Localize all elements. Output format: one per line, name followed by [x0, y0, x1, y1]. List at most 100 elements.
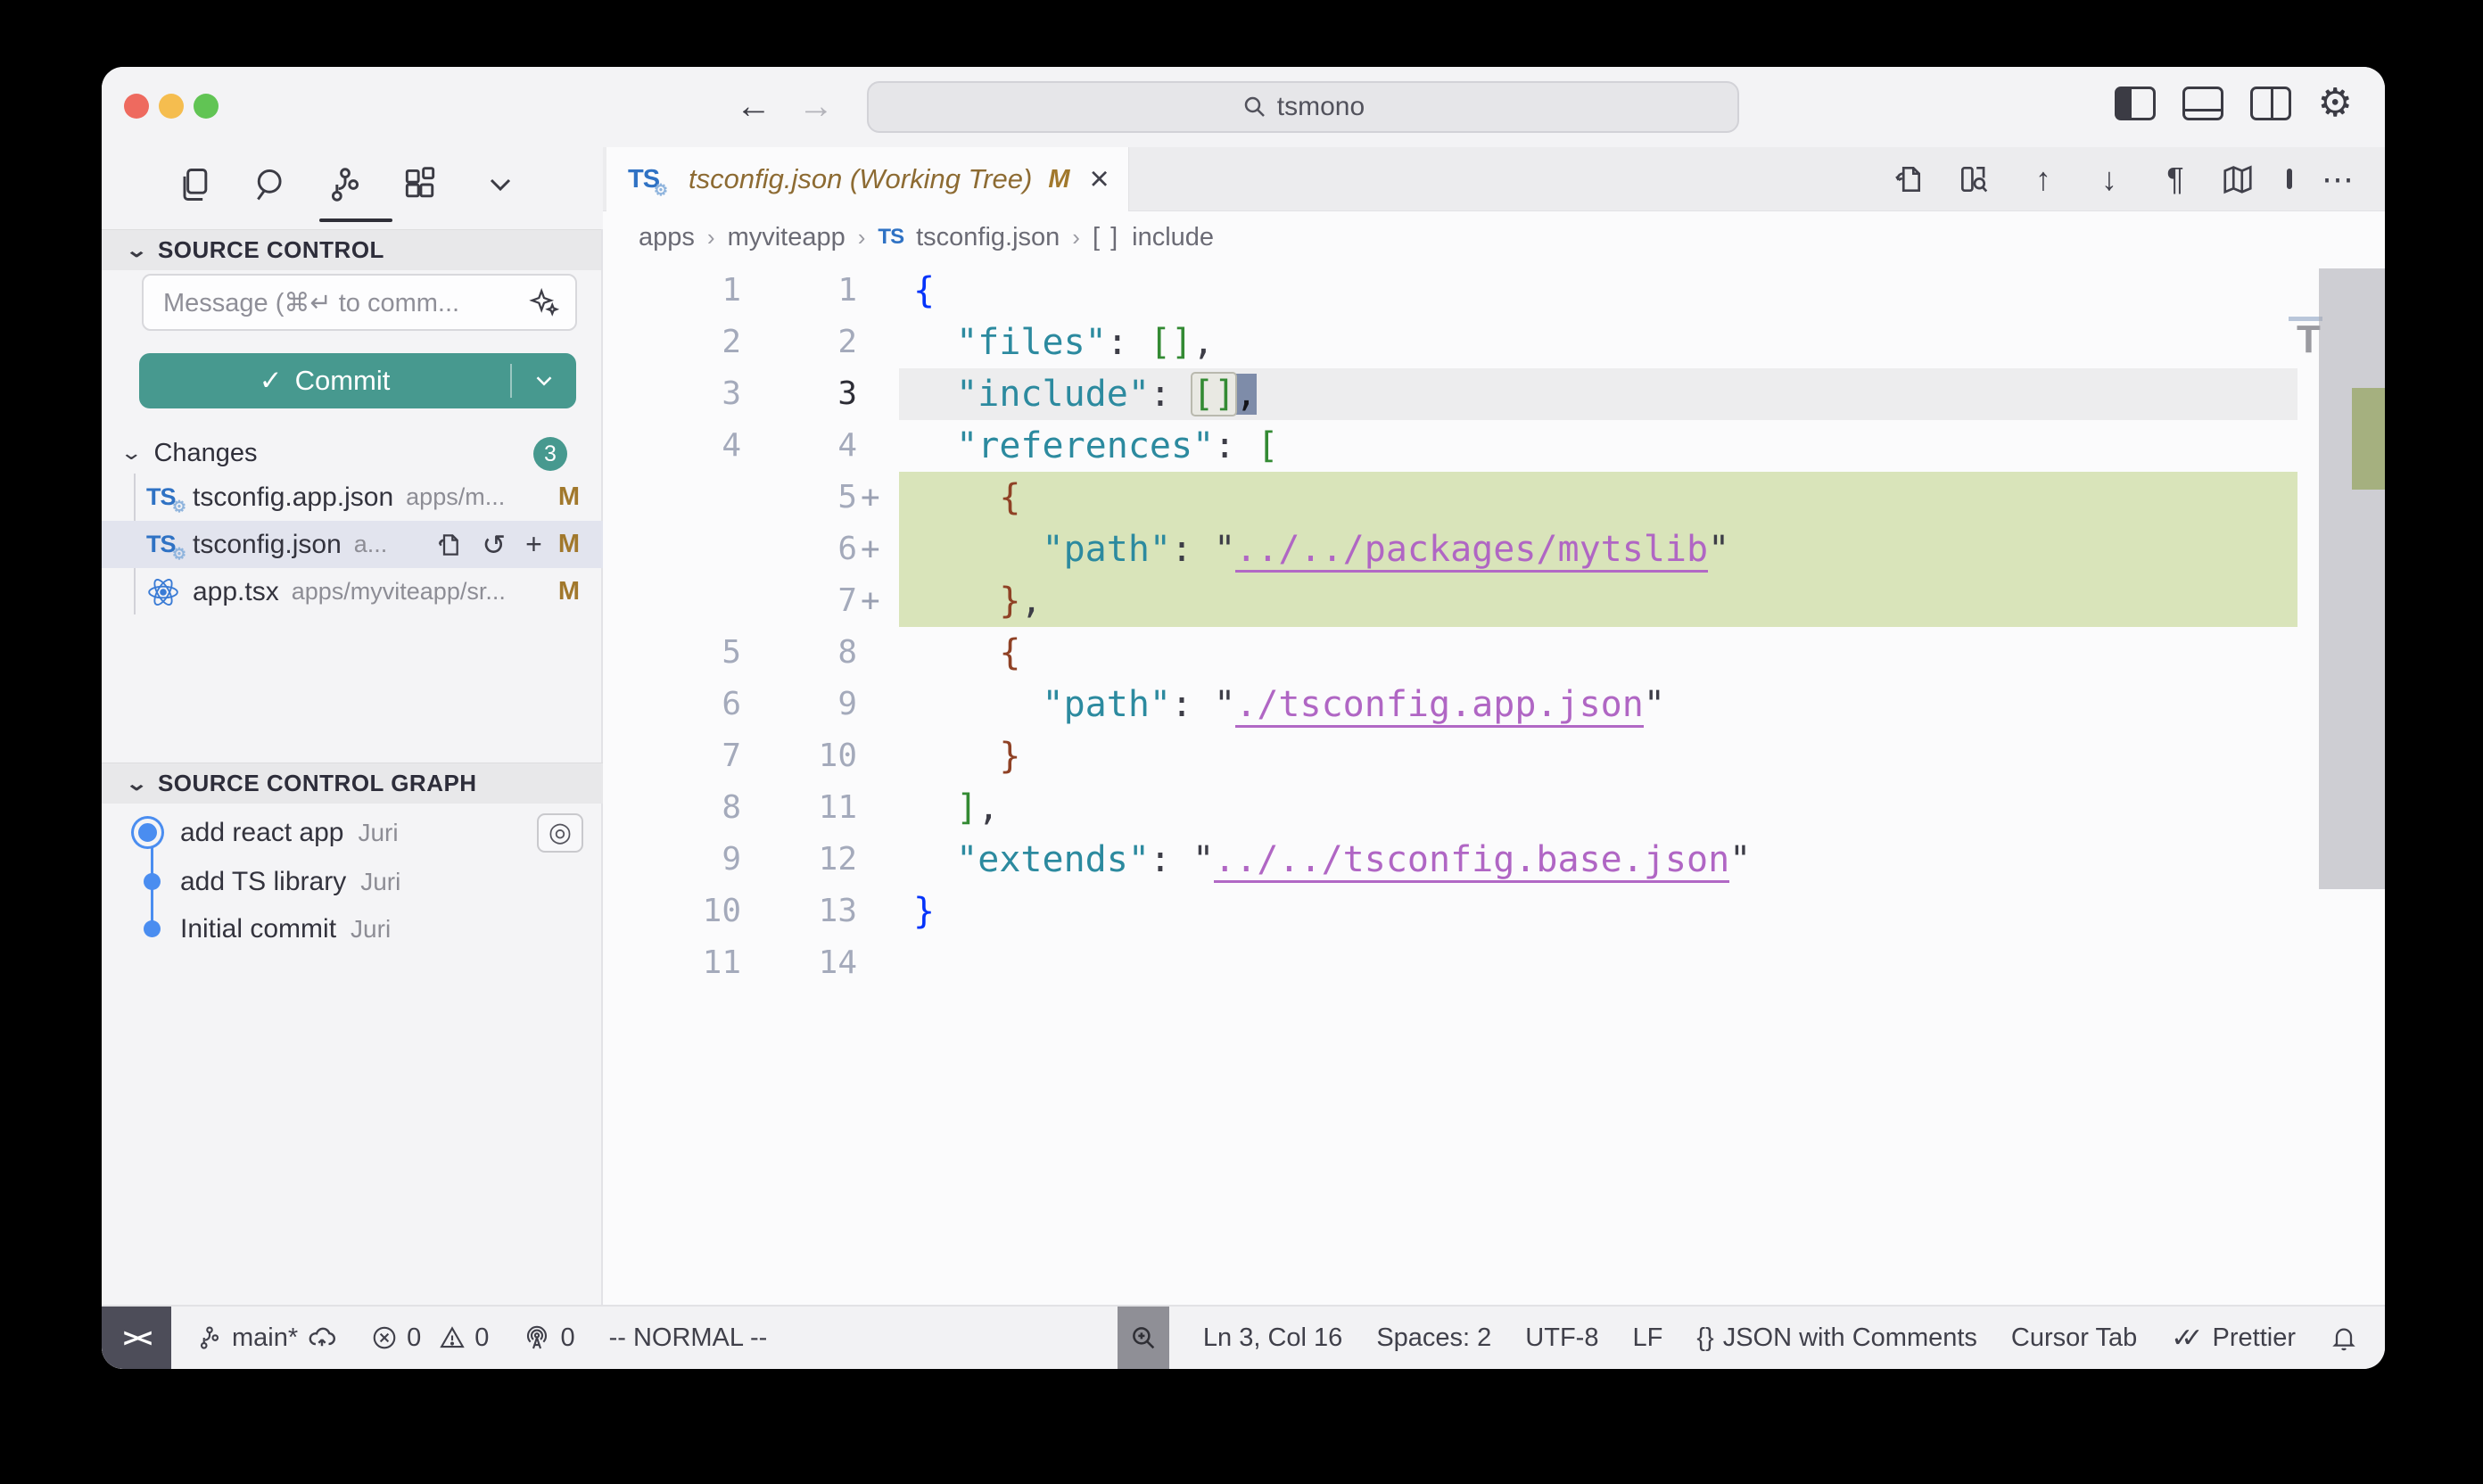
- code-text[interactable]: [899, 937, 2297, 989]
- code-text[interactable]: },: [899, 575, 2297, 627]
- maximize-window-button[interactable]: [194, 94, 219, 119]
- vertical-scrollbar[interactable]: [2319, 268, 2385, 889]
- code-text[interactable]: ],: [899, 782, 2297, 834]
- language-mode-status[interactable]: {} JSON with Comments: [1696, 1323, 1977, 1353]
- breadcrumb-include[interactable]: include: [1132, 223, 1214, 252]
- source-control-section-header[interactable]: ⌄ SOURCE CONTROL: [102, 229, 601, 270]
- active-view-indicator: [319, 218, 392, 222]
- code-line[interactable]: 69 "path": "./tsconfig.app.json": [603, 679, 2297, 730]
- changes-section-header[interactable]: ⌄ Changes 3: [102, 433, 603, 474]
- navigate-forward-icon[interactable]: →: [795, 87, 837, 127]
- code-text[interactable]: {: [899, 472, 2297, 524]
- line-number-old: 5: [603, 627, 741, 679]
- toggle-panel-icon[interactable]: [2182, 87, 2223, 120]
- branch-icon: [196, 1324, 223, 1351]
- search-view-icon[interactable]: [246, 160, 296, 210]
- double-check-icon: ✓✓: [2171, 1323, 2203, 1354]
- source-control-icon[interactable]: [320, 160, 370, 210]
- code-text[interactable]: "extends": "../../tsconfig.base.json": [899, 834, 2297, 886]
- cursor-position-status[interactable]: Ln 3, Col 16: [1203, 1323, 1342, 1353]
- change-row-tsconfig-json[interactable]: TS⚙ tsconfig.json a... ↺ + M: [102, 521, 603, 568]
- code-line[interactable]: 44 "references": [: [603, 420, 2297, 472]
- breadcrumb-apps[interactable]: apps: [639, 223, 695, 252]
- tab-tsconfig-json-working-tree[interactable]: TS⚙ tsconfig.json (Working Tree) M ×: [606, 147, 1129, 211]
- code-text[interactable]: "files": [],: [899, 317, 2297, 368]
- remote-indicator[interactable]: ><: [102, 1307, 171, 1369]
- inline-view-icon[interactable]: [1957, 162, 1998, 196]
- explorer-icon[interactable]: [169, 160, 219, 210]
- stage-changes-icon[interactable]: +: [525, 528, 542, 561]
- more-actions-icon[interactable]: ⋯: [2317, 161, 2358, 198]
- indentation-status[interactable]: Spaces: 2: [1376, 1323, 1491, 1353]
- navigate-back-icon[interactable]: ←: [732, 87, 775, 127]
- code-line[interactable]: 22 "files": [],: [603, 317, 2297, 368]
- open-file-icon[interactable]: [433, 531, 462, 559]
- breadcrumb-myviteapp[interactable]: myviteapp: [728, 223, 846, 252]
- added-line-marker: +: [857, 472, 889, 524]
- code-line[interactable]: 7+ },: [603, 575, 2297, 627]
- previous-change-icon[interactable]: ↑: [2023, 161, 2064, 198]
- code-line[interactable]: 5+ {: [603, 472, 2297, 524]
- sparkle-copilot-icon[interactable]: [529, 287, 559, 317]
- code-text[interactable]: {: [899, 627, 2297, 679]
- code-line[interactable]: 6+ "path": "../../packages/mytslib": [603, 524, 2297, 575]
- encoding-status[interactable]: UTF-8: [1525, 1323, 1598, 1353]
- vim-mode-indicator[interactable]: -- NORMAL --: [609, 1323, 768, 1353]
- code-line[interactable]: 11{: [603, 265, 2297, 317]
- tab-modified-badge: M: [1048, 165, 1069, 194]
- code-text[interactable]: "include": [],: [899, 368, 2297, 420]
- zoom-indicator[interactable]: [1118, 1307, 1169, 1369]
- code-line[interactable]: 1013}: [603, 886, 2297, 937]
- code-line[interactable]: 811 ],: [603, 782, 2297, 834]
- minimize-window-button[interactable]: [159, 94, 184, 119]
- code-text[interactable]: {: [899, 265, 2297, 317]
- settings-gear-icon[interactable]: ⚙: [2318, 87, 2353, 120]
- map-icon[interactable]: [2221, 162, 2262, 196]
- commit-message-input[interactable]: Message (⌘↵ to comm...: [142, 274, 577, 331]
- problems-status[interactable]: 0 0: [371, 1323, 489, 1353]
- code-line[interactable]: 58 {: [603, 627, 2297, 679]
- change-row-app-tsx[interactable]: app.tsx apps/myviteapp/sr... M: [102, 568, 603, 615]
- status-bar: >< main* 0 0: [102, 1305, 2385, 1369]
- tab-mode-status[interactable]: Cursor Tab: [2011, 1323, 2137, 1353]
- commit-dropdown-button[interactable]: [512, 367, 576, 394]
- code-line[interactable]: 33 "include": [],: [603, 368, 2297, 420]
- commit-row-initial-commit[interactable]: Initial commit Juri: [102, 905, 603, 952]
- code-line[interactable]: 710 }: [603, 730, 2297, 782]
- notifications-bell-icon[interactable]: [2330, 1323, 2358, 1352]
- code-text[interactable]: }: [899, 886, 2297, 937]
- code-text[interactable]: }: [899, 730, 2297, 782]
- code-text[interactable]: "references": [: [899, 420, 2297, 472]
- open-changes-icon[interactable]: [1891, 162, 1932, 196]
- extensions-icon[interactable]: [395, 160, 445, 210]
- command-center-search[interactable]: tsmono: [867, 81, 1739, 133]
- toggle-secondary-sidebar-icon[interactable]: [2250, 87, 2291, 120]
- code-line[interactable]: 912 "extends": "../../tsconfig.base.json…: [603, 834, 2297, 886]
- checkout-target-icon[interactable]: ◎: [537, 813, 583, 853]
- commit-row-add-react-app[interactable]: add react app Juri ◎: [102, 809, 603, 856]
- code-text[interactable]: "path": "./tsconfig.app.json": [899, 679, 2297, 730]
- code-line[interactable]: 1114: [603, 937, 2297, 989]
- line-number-new: 1: [741, 265, 857, 317]
- breadcrumb-tsconfig-json[interactable]: tsconfig.json: [916, 223, 1060, 252]
- change-row-tsconfig-app-json[interactable]: TS⚙ tsconfig.app.json apps/m... M: [102, 474, 603, 521]
- close-tab-icon[interactable]: ×: [1090, 166, 1110, 193]
- commit-button[interactable]: ✓ Commit: [139, 353, 576, 408]
- branch-name: main*: [232, 1323, 298, 1353]
- next-change-icon[interactable]: ↓: [2089, 161, 2130, 198]
- additional-views-chevron-icon[interactable]: [475, 160, 525, 210]
- toggle-primary-sidebar-icon[interactable]: [2115, 87, 2156, 120]
- discard-changes-icon[interactable]: ↺: [482, 528, 506, 562]
- commit-row-add-ts-library[interactable]: add TS library Juri: [102, 858, 603, 905]
- code-text[interactable]: "path": "../../packages/mytslib": [899, 524, 2297, 575]
- commit-author: Juri: [358, 819, 398, 847]
- ports-status[interactable]: 0: [523, 1323, 574, 1353]
- close-window-button[interactable]: [124, 94, 149, 119]
- source-control-graph-header[interactable]: ⌄ SOURCE CONTROL GRAPH: [102, 763, 603, 804]
- diff-editor[interactable]: 11{22 "files": [],33 "include": [],44 "r…: [603, 263, 2385, 1305]
- eol-status[interactable]: LF: [1632, 1323, 1662, 1353]
- formatter-status[interactable]: ✓✓ Prettier: [2171, 1323, 2296, 1354]
- git-branch-status[interactable]: main*: [196, 1323, 337, 1353]
- render-whitespace-icon[interactable]: ¶: [2155, 161, 2196, 198]
- split-editor-icon[interactable]: [2287, 171, 2292, 187]
